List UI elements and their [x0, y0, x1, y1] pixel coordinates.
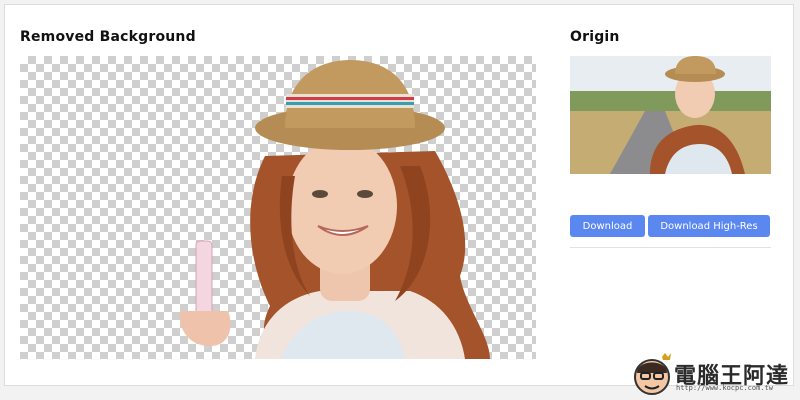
- watermark-url: http://www.kocpc.com.tw: [676, 384, 773, 392]
- mascot-logo-icon: [634, 353, 671, 395]
- cutout-subject-image: [179, 60, 490, 359]
- watermark: 電腦王阿達 http://www.kocpc.com.tw: [632, 353, 798, 399]
- origin-photo: [570, 56, 771, 174]
- removed-background-preview: [20, 56, 536, 359]
- download-button[interactable]: Download: [570, 215, 645, 237]
- download-high-res-button[interactable]: Download High-Res: [648, 215, 770, 237]
- divider: [570, 247, 771, 248]
- origin-scene-image: [570, 56, 771, 174]
- removed-background-title: Removed Background: [20, 29, 196, 45]
- origin-title: Origin: [570, 29, 620, 45]
